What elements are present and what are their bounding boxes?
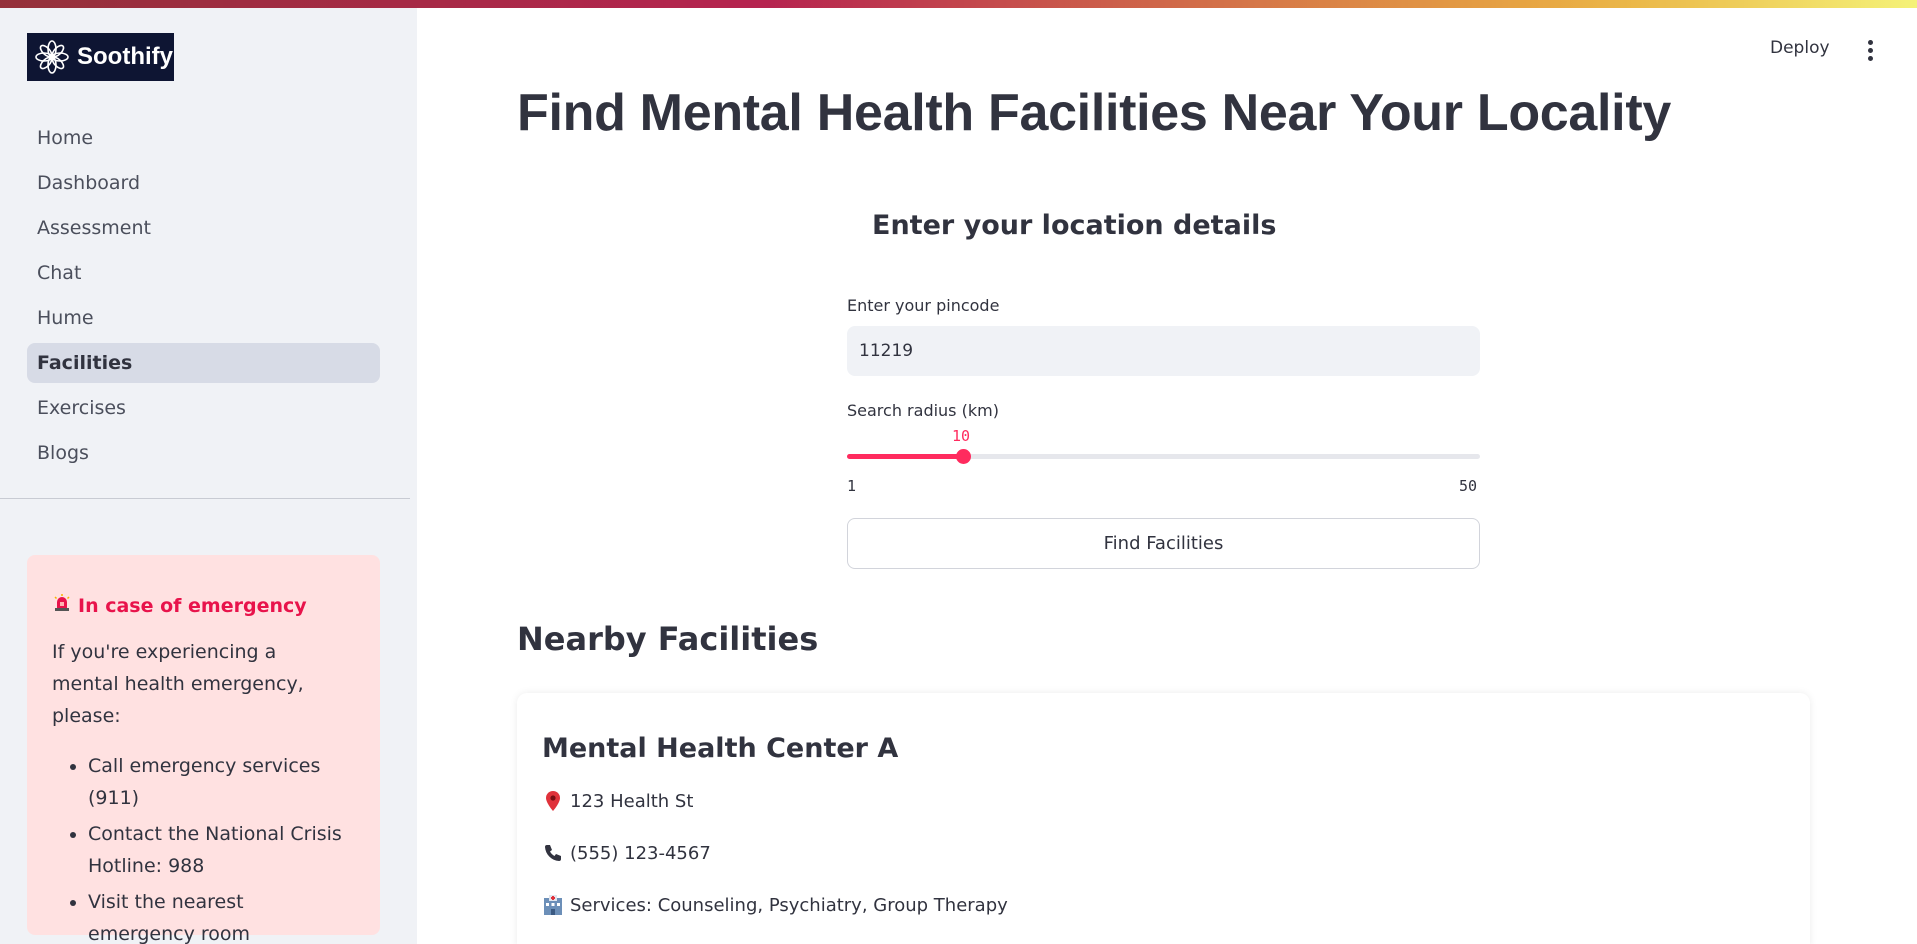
brand-logo[interactable]: Soothify (27, 33, 174, 81)
sidebar-item-assessment[interactable]: Assessment (27, 208, 380, 248)
list-item: Call emergency services (911) (88, 750, 356, 814)
brand-name: Soothify (77, 43, 173, 70)
pincode-label: Enter your pincode (847, 296, 1000, 315)
sidebar-item-label: Facilities (37, 352, 133, 374)
slider-fill (847, 454, 964, 459)
sidebar-item-label: Dashboard (37, 172, 141, 194)
facility-services: Services: Counseling, Psychiatry, Group … (570, 894, 1008, 916)
sidebar-item-label: Exercises (37, 397, 126, 419)
lotus-icon (33, 38, 71, 76)
radius-label: Search radius (km) (847, 401, 999, 420)
facility-services-row: Services: Counseling, Psychiatry, Group … (542, 890, 1785, 920)
phone-icon (542, 842, 564, 864)
sidebar-item-label: Assessment (37, 217, 151, 239)
find-facilities-button[interactable]: Find Facilities (847, 518, 1480, 569)
pin-icon (542, 790, 564, 812)
emergency-list: Call emergency services (911) Contact th… (52, 750, 356, 944)
sidebar-item-facilities[interactable]: Facilities (27, 343, 380, 383)
sidebar-divider (0, 498, 410, 499)
page-title: Find Mental Health Facilities Near Your … (517, 84, 1671, 142)
sidebar-item-label: Blogs (37, 442, 89, 464)
location-section-title: Enter your location details (872, 210, 1277, 241)
emergency-callout: In case of emergency If you're experienc… (27, 555, 380, 944)
facility-phone-row: (555) 123-4567 (542, 838, 1785, 868)
radius-max: 50 (1459, 477, 1478, 495)
top-decoration-bar (0, 0, 1917, 8)
hospital-icon (542, 894, 564, 916)
more-options-icon[interactable] (1860, 38, 1880, 62)
nearby-facilities-title: Nearby Facilities (517, 620, 819, 658)
facility-card: Mental Health Center A 123 Health St (55… (517, 693, 1810, 944)
sidebar-nav: Home Dashboard Assessment Chat Hume Faci… (27, 118, 380, 478)
slider-thumb[interactable] (956, 449, 972, 464)
sidebar-item-label: Hume (37, 307, 94, 329)
emergency-title: In case of emergency (78, 594, 307, 617)
radius-min: 1 (847, 477, 857, 495)
emergency-title-row: In case of emergency (52, 593, 356, 618)
list-item: Visit the nearest emergency room (88, 886, 356, 944)
facility-phone: (555) 123-4567 (570, 842, 711, 864)
facility-address: 123 Health St (570, 790, 694, 812)
facility-name: Mental Health Center A (542, 733, 899, 764)
siren-icon (52, 593, 72, 618)
sidebar-item-hume[interactable]: Hume (27, 298, 380, 338)
facility-address-row: 123 Health St (542, 786, 1785, 816)
sidebar-item-home[interactable]: Home (27, 118, 380, 158)
sidebar-item-label: Chat (37, 262, 82, 284)
sidebar-item-label: Home (37, 127, 94, 149)
radius-value: 10 (952, 427, 971, 445)
pincode-input[interactable] (847, 326, 1480, 376)
sidebar-item-dashboard[interactable]: Dashboard (27, 163, 380, 203)
sidebar-item-exercises[interactable]: Exercises (27, 388, 380, 428)
list-item: Contact the National Crisis Hotline: 988 (88, 818, 356, 882)
deploy-button[interactable]: Deploy (1770, 38, 1830, 58)
sidebar-item-blogs[interactable]: Blogs (27, 433, 380, 473)
radius-slider[interactable] (847, 449, 1480, 464)
emergency-body: If you're experiencing a mental health e… (52, 641, 304, 727)
sidebar-item-chat[interactable]: Chat (27, 253, 380, 293)
